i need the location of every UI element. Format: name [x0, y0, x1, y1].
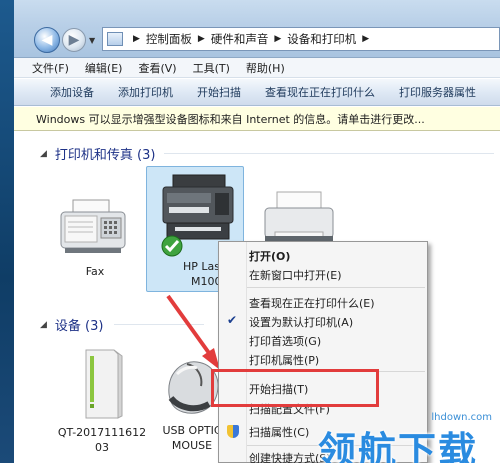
menu-item-open-new-window[interactable]: 在新窗口中打开(E) — [249, 267, 342, 283]
highlight-annotation-box — [211, 369, 379, 407]
menu-gutter — [246, 242, 247, 462]
menu-item-open[interactable]: 打开(O) — [249, 248, 290, 264]
menu-item-scan-properties[interactable]: 扫描属性(C) — [249, 424, 309, 440]
watermark: lhdown.com 领航下载 — [314, 412, 500, 463]
checkmark-icon: ✔ — [227, 313, 238, 327]
menu-item-set-default[interactable]: 设置为默认打印机(A) — [249, 314, 353, 330]
menu-item-printing-preferences[interactable]: 打印首选项(G) — [249, 333, 321, 349]
menu-item-printer-properties[interactable]: 打印机属性(P) — [249, 352, 319, 368]
uac-shield-icon — [227, 425, 239, 438]
menu-separator — [247, 287, 425, 288]
menu-item-see-printing[interactable]: 查看现在正在打印什么(E) — [249, 295, 375, 311]
watermark-text: 领航下载 — [318, 429, 479, 463]
